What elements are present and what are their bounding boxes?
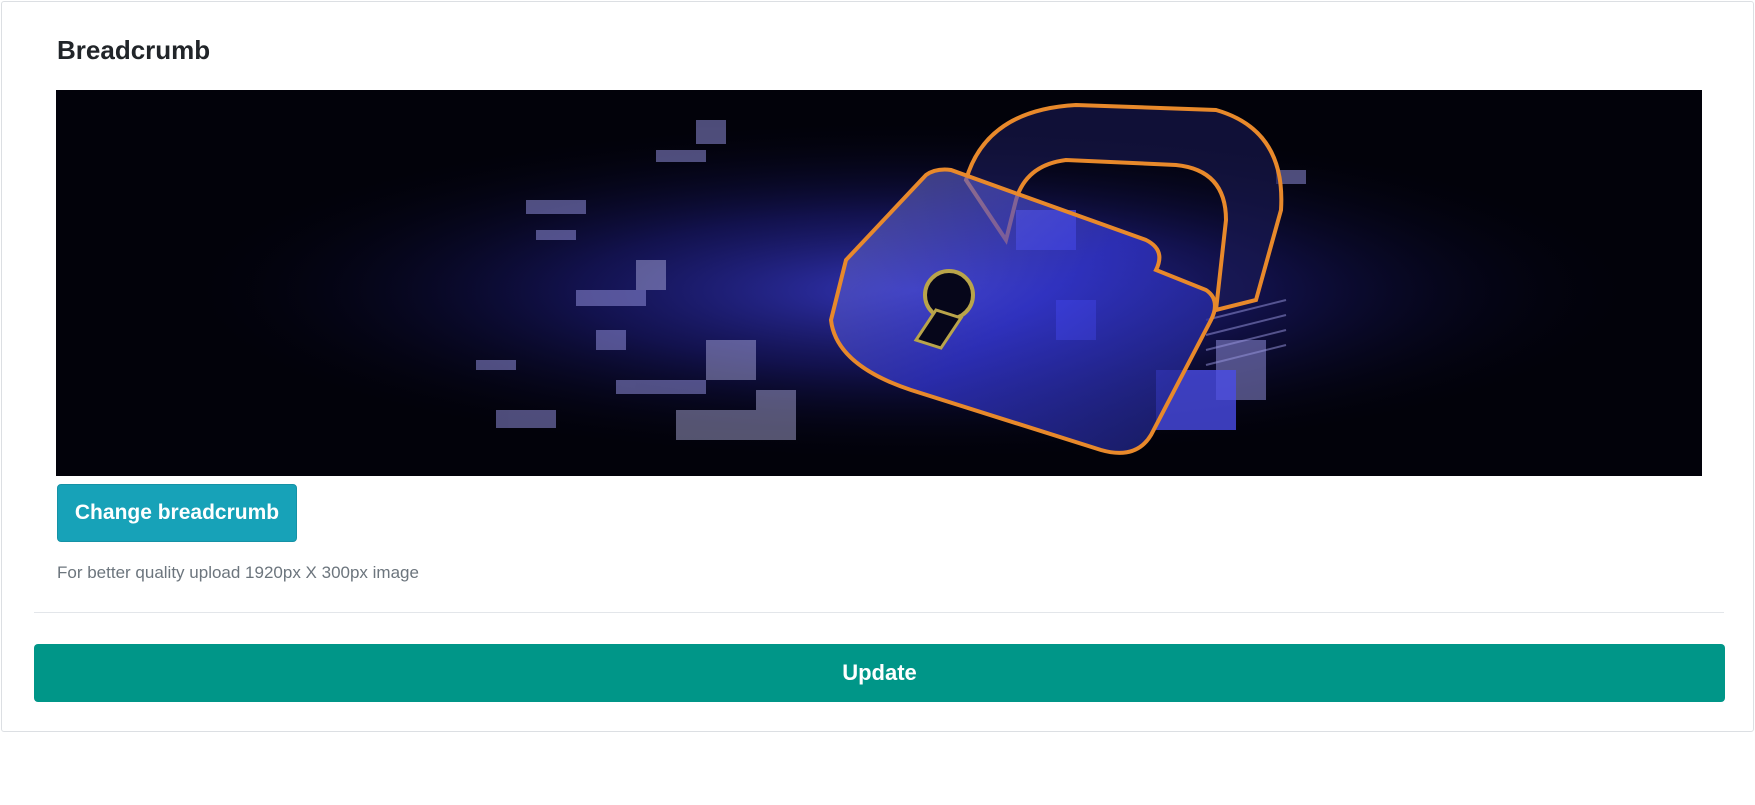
change-breadcrumb-button[interactable]: Change breadcrumb [57,484,297,542]
card-title: Breadcrumb [57,35,211,65]
breadcrumb-settings-card: Breadcrumb Change breadcrumb For better … [1,1,1754,732]
divider [34,612,1724,613]
update-button[interactable]: Update [34,644,1725,702]
padlock-circuit-illustration [56,90,1702,476]
upload-hint-text: For better quality upload 1920px X 300px… [57,563,419,582]
breadcrumb-banner-image [56,90,1702,476]
